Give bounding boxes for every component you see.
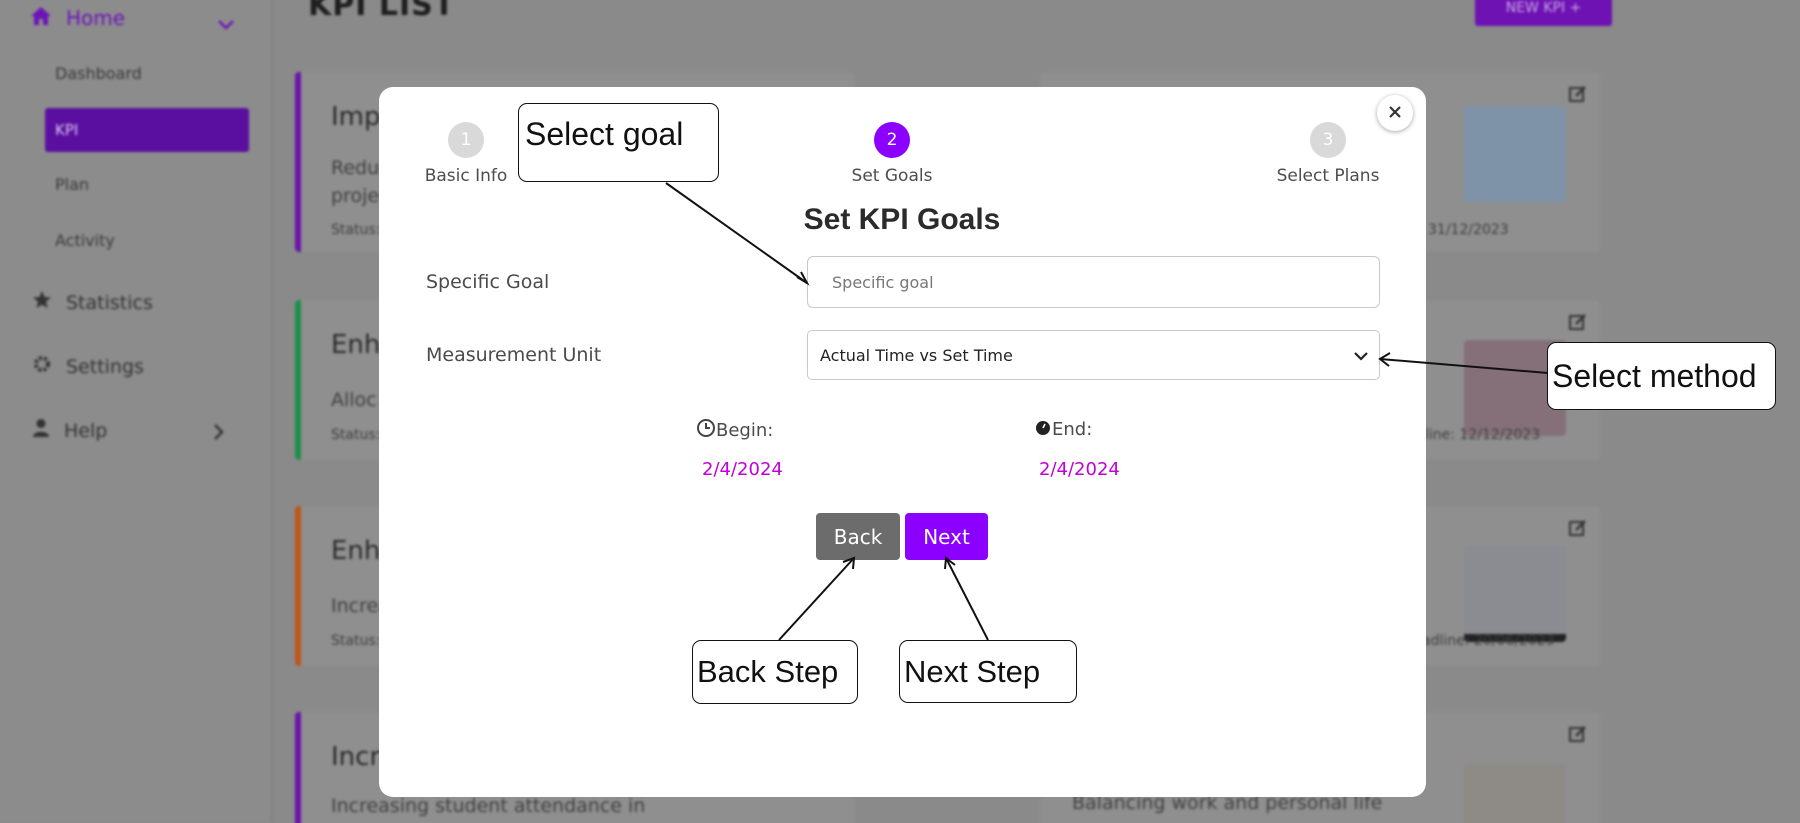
callout-select-method: Select method <box>1547 342 1776 410</box>
arrow-select-method <box>1379 358 1549 374</box>
callout-select-goal: Select goal <box>518 103 719 182</box>
callout-back-step: Back Step <box>692 640 858 704</box>
callout-next-step: Next Step <box>899 640 1077 703</box>
arrow-select-goal <box>665 182 808 284</box>
arrow-next-step <box>945 557 989 641</box>
arrow-back-step <box>778 557 855 641</box>
